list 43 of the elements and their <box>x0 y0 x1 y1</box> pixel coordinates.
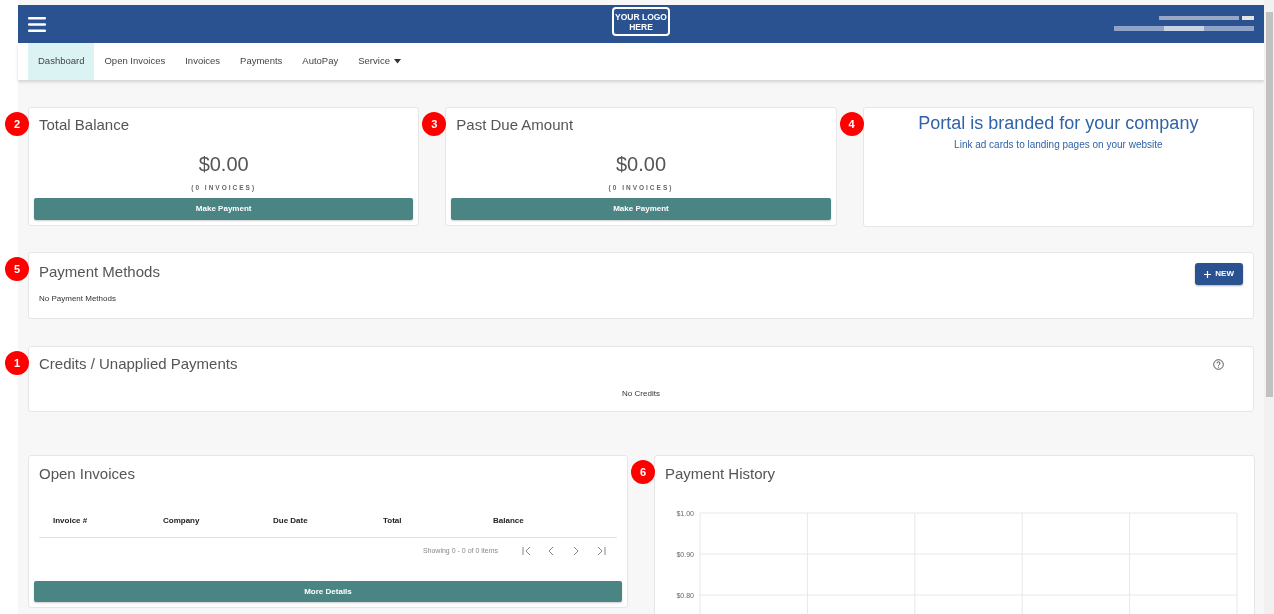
nav-tab[interactable]: Invoices <box>175 43 231 80</box>
scrollbar[interactable] <box>1264 0 1274 614</box>
column-header[interactable]: Invoice # <box>53 514 163 527</box>
column-header[interactable]: Company <box>163 514 273 527</box>
make-payment-button[interactable]: Make Payment <box>34 198 414 220</box>
new-button[interactable]: NEW <box>1195 263 1243 285</box>
card-title: Past Due Amount <box>455 115 575 135</box>
annotation-marker: 1 <box>5 351 29 375</box>
card-title: Open Invoices <box>38 464 136 484</box>
nav-tab[interactable]: Dashboard <box>28 43 95 80</box>
help-icon[interactable] <box>1213 358 1224 370</box>
ad-subline: Link ad cards to landing pages on your website <box>953 138 1164 152</box>
nav-tab[interactable]: Open Invoices <box>94 43 176 80</box>
annotation-marker: 2 <box>5 112 29 136</box>
next-page-icon[interactable] <box>572 545 581 556</box>
annotation-marker: 4 <box>839 112 864 136</box>
more-details-button[interactable]: More Details <box>34 581 622 602</box>
plus-icon <box>1204 270 1212 278</box>
annotation-marker: 6 <box>631 460 655 484</box>
card-title: Credits / Unapplied Payments <box>39 354 238 374</box>
first-page-icon[interactable] <box>522 545 531 556</box>
annotation-marker: 5 <box>5 257 29 281</box>
column-header[interactable]: Due Date <box>273 514 383 527</box>
card-title: Payment History <box>665 464 777 484</box>
previous-page-icon[interactable] <box>547 545 556 556</box>
logo: YOUR LOGO HERE <box>612 7 670 36</box>
make-payment-button[interactable]: Make Payment <box>451 198 831 220</box>
caret-icon <box>393 59 401 64</box>
ad-headline: Portal is branded for your company <box>917 112 1200 135</box>
nav-tab[interactable]: Payments <box>230 43 293 80</box>
card-title: Payment Methods <box>39 262 160 282</box>
empty-message: No Payment Methods <box>39 293 117 305</box>
card-title: Total Balance <box>38 115 131 135</box>
nav-tab[interactable]: Service <box>348 43 411 80</box>
amount-text: $0.00 <box>197 151 250 177</box>
annotation-marker: 3 <box>422 112 447 136</box>
menu-icon[interactable] <box>28 16 46 32</box>
column-header[interactable]: Total <box>383 514 493 527</box>
nav-tab[interactable]: AutoPay <box>292 43 349 80</box>
column-header[interactable]: Balance <box>493 514 603 527</box>
empty-message: No Credits <box>621 387 661 400</box>
amount-text: $0.00 <box>614 151 667 177</box>
last-page-icon[interactable] <box>597 545 606 556</box>
